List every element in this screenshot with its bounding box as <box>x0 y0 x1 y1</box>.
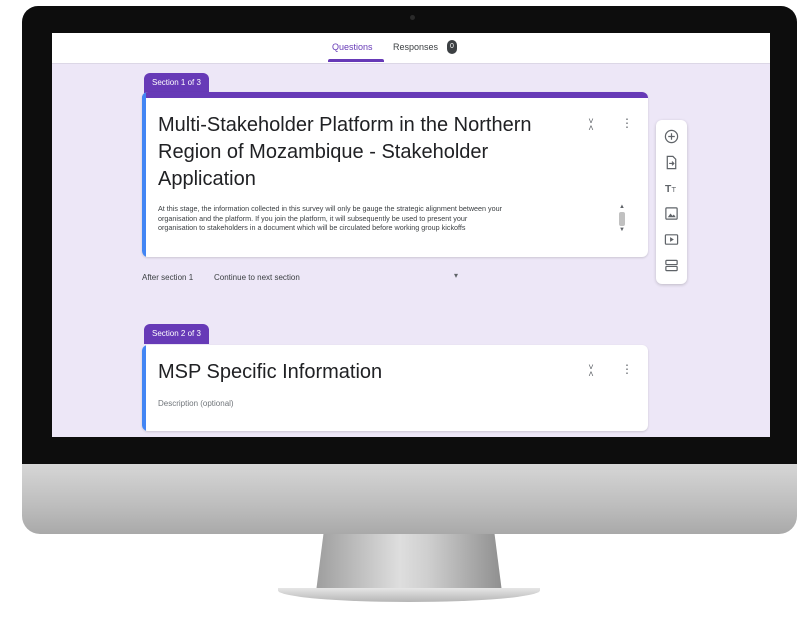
focus-indicator <box>142 345 146 431</box>
floating-toolbar: T T <box>656 120 687 284</box>
description-scrollbar[interactable]: ▲ ▼ <box>618 204 626 240</box>
add-question-icon[interactable] <box>664 129 679 144</box>
tab-responses[interactable]: Responses <box>393 42 438 52</box>
section-1-tab: Section 1 of 3 <box>144 73 209 93</box>
collapse-section-icon[interactable]: ˅ ˄ <box>586 363 596 379</box>
monitor-base <box>278 588 540 602</box>
after-section-label: After section 1 <box>142 273 194 282</box>
scroll-up-icon[interactable]: ▲ <box>618 204 626 211</box>
collapse-section-icon[interactable]: ˅ ˄ <box>586 117 596 133</box>
section-description-placeholder[interactable]: Description (optional) <box>158 399 234 408</box>
scroll-down-icon[interactable]: ▼ <box>618 227 626 234</box>
add-title-icon[interactable]: T T <box>664 180 679 195</box>
form-description[interactable]: At this stage, the information collected… <box>158 204 628 244</box>
more-options-icon[interactable]: ⋮ <box>621 363 633 375</box>
section-1-card[interactable]: Multi-Stakeholder Platform in the Northe… <box>142 92 648 257</box>
scroll-thumb[interactable] <box>619 212 625 226</box>
screen: Questions Responses 0 Section 1 of 3 Mul… <box>52 33 770 437</box>
focus-indicator <box>142 92 146 257</box>
tab-questions[interactable]: Questions <box>332 42 373 52</box>
responses-count-badge: 0 <box>447 40 457 54</box>
section-2-card[interactable]: MSP Specific Information Description (op… <box>142 345 648 431</box>
import-questions-icon[interactable] <box>664 155 679 170</box>
dropdown-caret-icon[interactable]: ▾ <box>454 271 458 280</box>
form-editor-header: Questions Responses 0 <box>52 33 770 64</box>
monitor-chin <box>22 464 797 534</box>
description-line: At this stage, the information collected… <box>158 204 502 213</box>
add-image-icon[interactable] <box>664 206 679 221</box>
add-video-icon[interactable] <box>664 232 679 247</box>
description-line: organisation and the platform. If you jo… <box>158 213 468 223</box>
form-title[interactable]: Multi-Stakeholder Platform in the Northe… <box>158 112 578 193</box>
section-title[interactable]: MSP Specific Information <box>158 361 382 384</box>
webcam <box>410 15 415 20</box>
description-line: organisation to stakeholders in a docume… <box>158 223 466 232</box>
section-2-tab: Section 2 of 3 <box>144 324 209 344</box>
monitor-stand <box>316 534 502 592</box>
svg-text:T: T <box>672 185 677 194</box>
add-section-icon[interactable] <box>664 258 679 273</box>
active-tab-indicator <box>328 59 384 62</box>
card-accent-bar <box>142 92 648 98</box>
more-options-icon[interactable]: ⋮ <box>621 117 633 129</box>
after-section-select[interactable]: Continue to next section <box>214 273 300 282</box>
